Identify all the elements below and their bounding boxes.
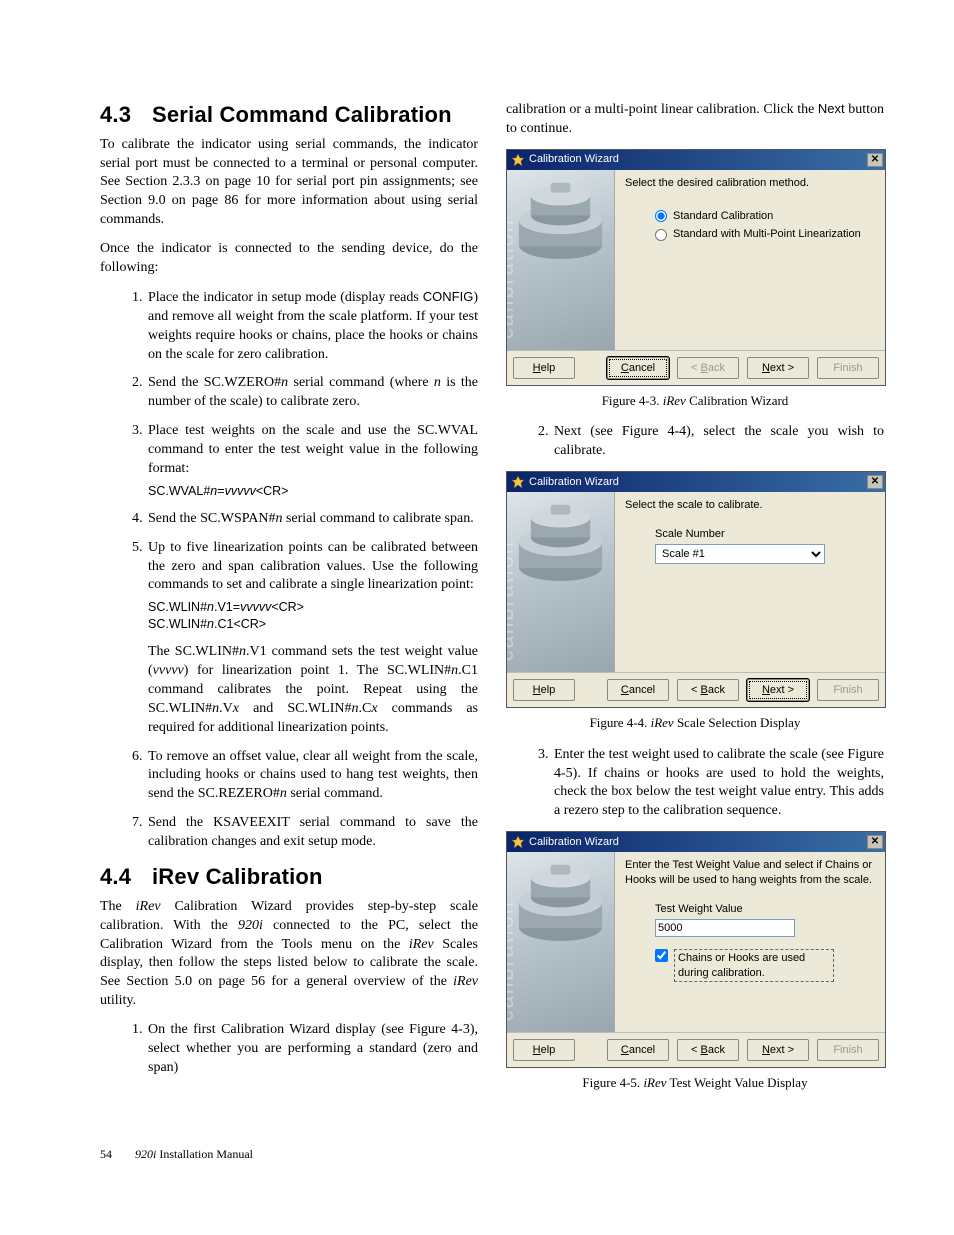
sec44-step-2: Next (see Figure 4-4), select the scale … xyxy=(552,423,884,461)
wizard-app-icon xyxy=(511,835,525,849)
wizard-prompt: Enter the Test Weight Value and select i… xyxy=(625,858,875,888)
finish-button[interactable]: Finish xyxy=(817,679,879,701)
help-button[interactable]: Help xyxy=(513,357,575,379)
section-4-4-heading: 4.4iRev Calibration xyxy=(100,862,478,892)
wizard-titlebar: Calibration Wizard ✕ xyxy=(507,472,885,492)
next-button[interactable]: Next > xyxy=(747,357,809,379)
sec43-step-6: To remove an offset value, clear all wei… xyxy=(146,748,478,805)
finish-button[interactable]: Finish xyxy=(817,1039,879,1061)
close-icon[interactable]: ✕ xyxy=(867,475,883,489)
scale-number-label: Scale Number xyxy=(655,527,875,542)
sec44-step-1: On the first Calibration Wizard display … xyxy=(146,1021,478,1078)
wizard-title: Calibration Wizard xyxy=(529,475,619,490)
back-button[interactable]: < Back xyxy=(677,679,739,701)
close-icon[interactable]: ✕ xyxy=(867,153,883,167)
sec43-step-2: Send the SC.WZERO#n serial command (wher… xyxy=(146,374,478,412)
sec43-intro-2: Once the indicator is connected to the s… xyxy=(100,240,478,278)
sec43-step-7: Send the KSAVEEXIT serial command to sav… xyxy=(146,814,478,852)
page-footer: 54 920i Installation Manual xyxy=(100,1146,884,1162)
cancel-button[interactable]: Cancel xyxy=(607,1039,669,1061)
help-button[interactable]: Help xyxy=(513,679,575,701)
wizard-titlebar: Calibration Wizard ✕ xyxy=(507,150,885,170)
sec43-intro-1: To calibrate the indicator using serial … xyxy=(100,136,478,230)
sec44-intro: The iRev Calibration Wizard provides ste… xyxy=(100,898,478,1011)
chains-hooks-checkbox[interactable] xyxy=(655,949,668,962)
radio-multipoint-calibration[interactable] xyxy=(655,229,667,241)
finish-button[interactable]: Finish xyxy=(817,357,879,379)
back-button[interactable]: < Back xyxy=(677,357,739,379)
sec43-steps: Place the indicator in setup mode (displ… xyxy=(100,288,478,852)
cancel-button[interactable]: Cancel xyxy=(607,679,669,701)
next-button[interactable]: Next > xyxy=(747,679,809,701)
radio-multipoint-label: Standard with Multi-Point Linearization xyxy=(673,227,861,242)
test-weight-input[interactable] xyxy=(655,919,795,937)
wizard-title: Calibration Wizard xyxy=(529,152,619,167)
sec44-steps-right-2: Next (see Figure 4-4), select the scale … xyxy=(506,423,884,461)
wizard-prompt: Select the desired calibration method. xyxy=(625,176,875,191)
section-4-3-heading: 4.3Serial Command Calibration xyxy=(100,100,478,130)
radio-standard-label: Standard Calibration xyxy=(673,209,773,224)
figure-4-3-caption: Figure 4-3. iRev Calibration Wizard xyxy=(506,392,884,410)
wizard-titlebar: Calibration Wizard ✕ xyxy=(507,832,885,852)
wizard-app-icon xyxy=(511,153,525,167)
cancel-button[interactable]: Cancel xyxy=(607,357,669,379)
next-button[interactable]: Next > xyxy=(747,1039,809,1061)
figure-4-5-caption: Figure 4-5. iRev Test Weight Value Displ… xyxy=(506,1074,884,1092)
radio-standard-calibration[interactable] xyxy=(655,210,667,222)
sec43-step-1: Place the indicator in setup mode (displ… xyxy=(146,288,478,365)
wizard-sidebar-graphic xyxy=(507,492,615,672)
sec43-step-4: Send the SC.WSPAN#n serial command to ca… xyxy=(146,510,478,529)
scale-number-select[interactable]: Scale #1 xyxy=(655,544,825,564)
page-number: 54 xyxy=(100,1147,112,1161)
help-button[interactable]: Help xyxy=(513,1039,575,1061)
calibration-wizard-scale-dialog: Calibration Wizard ✕ Select the scale to… xyxy=(506,471,886,708)
close-icon[interactable]: ✕ xyxy=(867,835,883,849)
sec43-step-5: Up to five linearization points can be c… xyxy=(146,539,478,738)
wizard-sidebar-graphic xyxy=(507,170,615,350)
sec43-step-3: Place test weights on the scale and use … xyxy=(146,422,478,500)
calibration-wizard-testweight-dialog: Calibration Wizard ✕ Enter the Test Weig… xyxy=(506,831,886,1068)
back-button[interactable]: < Back xyxy=(677,1039,739,1061)
test-weight-label: Test Weight Value xyxy=(655,902,875,917)
calibration-wizard-method-dialog: Calibration Wizard ✕ Select the desired … xyxy=(506,149,886,386)
wizard-title: Calibration Wizard xyxy=(529,835,619,850)
wizard-sidebar-graphic xyxy=(507,852,615,1032)
chains-hooks-label: Chains or Hooks are used during calibrat… xyxy=(674,949,834,983)
figure-4-4-caption: Figure 4-4. iRev Scale Selection Display xyxy=(506,714,884,732)
wizard-app-icon xyxy=(511,475,525,489)
sec44-step-3: Enter the test weight used to calibrate … xyxy=(552,746,884,822)
sec44-steps-left: On the first Calibration Wizard display … xyxy=(100,1021,478,1078)
sec44-step1-continuation: calibration or a multi-point linear cali… xyxy=(506,100,884,139)
wizard-prompt: Select the scale to calibrate. xyxy=(625,498,875,513)
sec44-steps-right-3: Enter the test weight used to calibrate … xyxy=(506,746,884,822)
